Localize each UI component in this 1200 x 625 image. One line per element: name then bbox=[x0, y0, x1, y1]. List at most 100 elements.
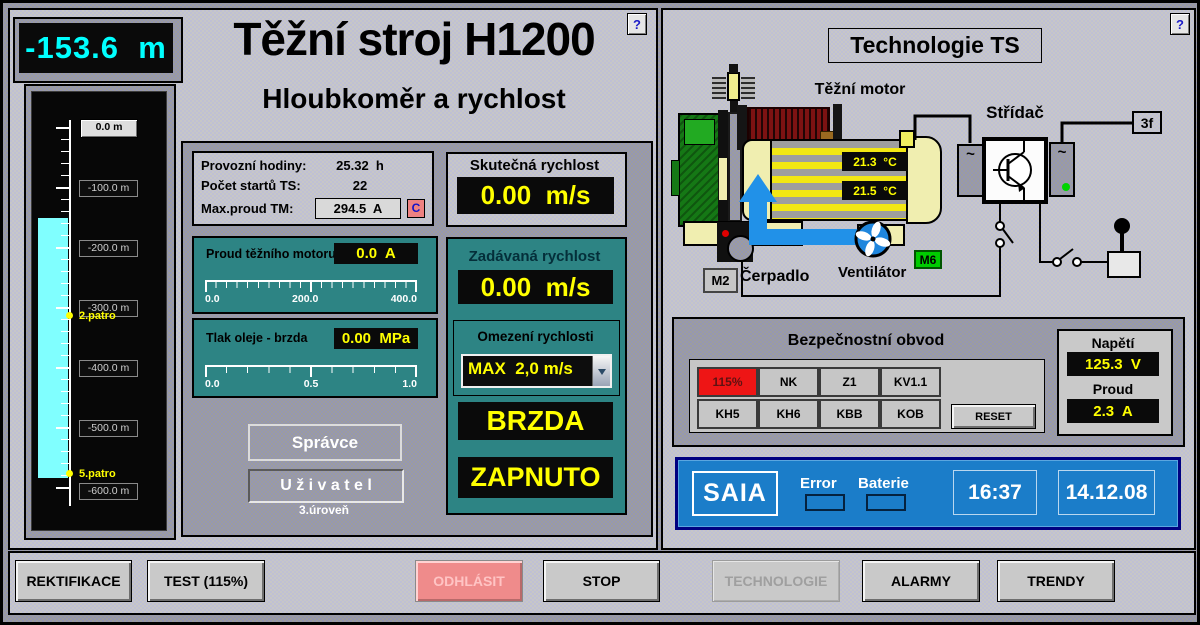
set-speed-label: Zadávaná rychlost bbox=[450, 248, 619, 264]
voltage-label: Napětí bbox=[1061, 335, 1165, 351]
floor-label-5: 5.patro bbox=[79, 468, 116, 480]
plc-logo: SAIA bbox=[692, 471, 778, 516]
trendy-button[interactable]: TRENDY bbox=[997, 560, 1115, 602]
help-button-left[interactable]: ? bbox=[627, 13, 647, 35]
stat-label: Provozní hodiny: bbox=[201, 158, 317, 173]
technologie-button[interactable]: TECHNOLOGIE bbox=[712, 560, 840, 602]
status-led-green bbox=[1062, 183, 1070, 191]
ac-symbol: ~ bbox=[966, 146, 975, 163]
fan-label: Ventilátor bbox=[838, 264, 906, 281]
stats-row: Max.proud TM: 294.5 A C bbox=[201, 198, 425, 219]
tick-label: 0.0 bbox=[205, 378, 220, 390]
lever-box bbox=[1107, 251, 1141, 278]
scale-major-ticks bbox=[56, 127, 69, 493]
motor-left-cap bbox=[742, 139, 772, 221]
pump-tag: M2 bbox=[703, 268, 738, 293]
scale-label-100: -100.0 m bbox=[79, 180, 138, 197]
test-button[interactable]: TEST (115%) bbox=[147, 560, 265, 602]
motor-current-value: 0.0 A bbox=[334, 243, 418, 264]
inverter-input-block: ~ bbox=[957, 144, 984, 197]
actual-speed-value: 0.00 m/s bbox=[457, 177, 614, 214]
tick-major bbox=[310, 367, 312, 377]
safety-tile-nk: NK bbox=[758, 367, 819, 397]
current-label: Proud bbox=[1061, 381, 1165, 397]
cabinet-tab bbox=[671, 160, 680, 196]
scale-label-0: 0.0 m bbox=[80, 119, 138, 138]
depth-value: -153.6 m bbox=[25, 30, 167, 66]
brake-pressure-scale: 0.0 0.5 1.0 bbox=[205, 378, 417, 390]
safety-tile-kh5: KH5 bbox=[697, 399, 758, 429]
alarmy-button[interactable]: ALARMY bbox=[862, 560, 980, 602]
motor-label: Těžní motor bbox=[795, 80, 925, 100]
technology-title: Technologie TS bbox=[828, 28, 1042, 63]
safety-title: Bezpečnostní obvod bbox=[689, 331, 1043, 351]
clock-date: 14.12.08 bbox=[1058, 470, 1155, 515]
stop-button[interactable]: STOP bbox=[543, 560, 660, 602]
plc-battery-label: Baterie bbox=[858, 475, 909, 492]
safety-tile-kbb: KBB bbox=[819, 399, 880, 429]
stats-panel: Provozní hodiny: 25.32 h Počet startů TS… bbox=[192, 151, 434, 226]
tick-label: 0.0 bbox=[205, 293, 220, 305]
reset-button[interactable]: RESET bbox=[951, 404, 1036, 429]
speed-limit-dropdown[interactable]: MAX 2,0 m/s bbox=[461, 354, 612, 388]
scale-label-500: -500.0 m bbox=[79, 420, 138, 437]
motor-terminal bbox=[899, 130, 915, 148]
safety-tile-115: 115% bbox=[697, 367, 758, 397]
tick-major bbox=[205, 367, 207, 377]
motor-current-scale: 0.0 200.0 400.0 bbox=[205, 293, 417, 305]
pump-label: Čerpadlo bbox=[740, 268, 809, 286]
fan-tag: M6 bbox=[914, 250, 942, 269]
floor-marker-dot bbox=[66, 312, 73, 319]
safety-tile-z1: Z1 bbox=[819, 367, 880, 397]
ac-symbol: ~ bbox=[1058, 144, 1067, 161]
logout-button[interactable]: ODHLÁSIT bbox=[415, 560, 523, 602]
scale-label-200: -200.0 m bbox=[79, 240, 138, 257]
support-insert bbox=[719, 158, 727, 200]
actual-speed-label: Skutečná rychlost bbox=[450, 157, 619, 173]
stat-value: 25.32 h bbox=[317, 158, 403, 173]
user-button[interactable]: U ž i v a t e l bbox=[248, 469, 404, 503]
inverter-box bbox=[982, 137, 1048, 204]
phase-box: 3f bbox=[1132, 111, 1162, 134]
clear-max-button[interactable]: C bbox=[407, 199, 425, 218]
chevron-down-icon bbox=[598, 369, 606, 379]
tick-major bbox=[310, 282, 312, 292]
hmi-screen: -153.6 m 0.0 m -100.0 m -200.0 m -300.0 … bbox=[0, 0, 1200, 625]
power-status: ZAPNUTO bbox=[458, 457, 613, 498]
pump-indicator-dot bbox=[722, 230, 729, 237]
safety-tile-kv11: KV1.1 bbox=[880, 367, 941, 397]
stat-value: 22 bbox=[317, 178, 403, 193]
brake-status: BRZDA bbox=[458, 402, 613, 440]
dropdown-arrow-button[interactable] bbox=[592, 356, 610, 386]
plc-error-indicator bbox=[805, 494, 845, 511]
stat-label: Max.proud TM: bbox=[201, 201, 315, 216]
safety-tile-kh6: KH6 bbox=[758, 399, 819, 429]
heat-exchanger-ribs bbox=[712, 77, 726, 99]
admin-button[interactable]: Správce bbox=[248, 424, 402, 461]
help-button-right[interactable]: ? bbox=[1170, 13, 1190, 35]
scale-label-600: -600.0 m bbox=[79, 483, 138, 500]
stats-row: Provozní hodiny: 25.32 h bbox=[201, 158, 425, 173]
heat-exchanger-element bbox=[727, 72, 740, 101]
motor-current-label: Proud těžního motoru bbox=[206, 247, 336, 261]
heat-exchanger-cap bbox=[729, 64, 738, 73]
depth-display: -153.6 m bbox=[19, 23, 173, 73]
rektifikace-button[interactable]: REKTIFIKACE bbox=[15, 560, 132, 602]
tick-major bbox=[415, 282, 417, 292]
plc-battery-indicator bbox=[866, 494, 906, 511]
tick-major bbox=[415, 367, 417, 377]
heat-exchanger-ribs bbox=[741, 77, 755, 99]
clock-time: 16:37 bbox=[953, 470, 1037, 515]
page-subtitle: Hloubkoměr a rychlost bbox=[183, 82, 645, 116]
voltage-value: 125.3 V bbox=[1067, 352, 1159, 376]
tick-label: 0.5 bbox=[304, 378, 319, 390]
access-level-label: 3.úroveň bbox=[248, 503, 400, 517]
motor-temp-1: 21.3 °C bbox=[842, 152, 908, 171]
safety-tile-kob: KOB bbox=[880, 399, 941, 429]
tick-major bbox=[205, 282, 207, 292]
current-value: 2.3 A bbox=[1067, 399, 1159, 423]
pump-wheel bbox=[727, 235, 754, 262]
floor-marker-dot bbox=[66, 470, 73, 477]
inverter-label: Střídač bbox=[975, 103, 1055, 123]
motor-temp-2: 21.5 °C bbox=[842, 181, 908, 200]
